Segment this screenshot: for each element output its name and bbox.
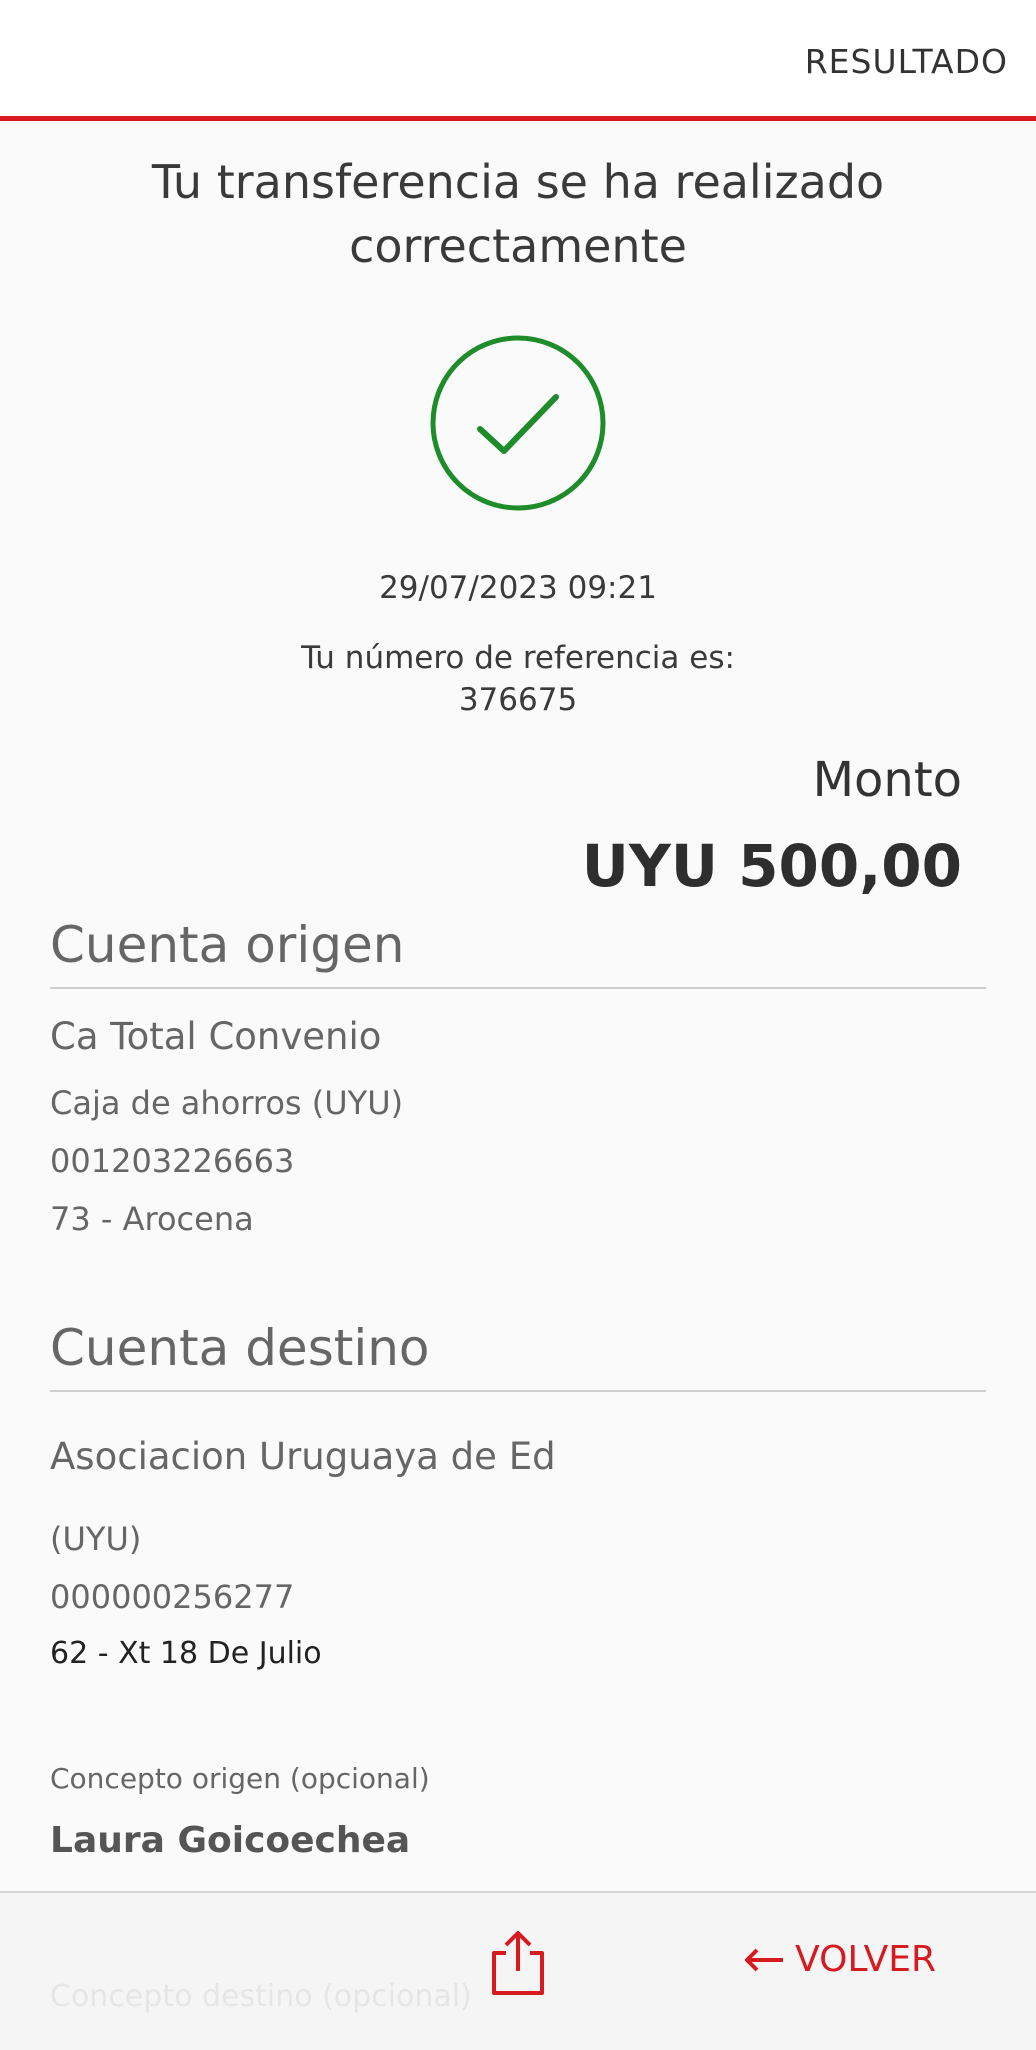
destination-account-type: (UYU) (50, 1520, 142, 1558)
concept-value: Laura Goicoechea (50, 1820, 411, 1861)
share-button[interactable] (488, 1929, 548, 1997)
reference-number: 376675 (458, 682, 578, 718)
arrow-left-icon (745, 1948, 784, 1971)
destination-divider (50, 1390, 986, 1392)
result-title: Tu transferencia se ha realizado correct… (0, 150, 1036, 278)
reference-label: Tu número de referencia es: (301, 640, 735, 676)
result-title-line2: correctamente (349, 219, 687, 273)
result-title-line1: Tu transferencia se ha realizado (151, 155, 885, 209)
destination-section-title: Cuenta destino (50, 1319, 430, 1377)
destination-account-name: Asociacion Uruguaya de Ed (50, 1435, 556, 1478)
concept-label: Concepto origen (opcional) (50, 1762, 430, 1795)
destination-account-branch: 62 - Xt 18 De Julio (50, 1636, 322, 1671)
back-button[interactable]: VOLVER (743, 1939, 936, 1980)
origin-account-branch: 73 - Arocena (50, 1200, 254, 1238)
bottom-action-bar: Concepto destino (opcional) VOLVER (0, 1891, 1036, 2050)
origin-account-name: Ca Total Convenio (50, 1015, 382, 1058)
destination-account-number: 000000256277 (50, 1578, 295, 1616)
origin-account-number: 001203226663 (50, 1142, 295, 1180)
success-check-icon (430, 335, 606, 511)
amount-value: UYU 500,00 (581, 832, 962, 900)
share-icon (492, 1931, 544, 1995)
origin-divider (50, 987, 986, 989)
header-title: RESULTADO (804, 42, 1008, 81)
origin-account-type: Caja de ahorros (UYU) (50, 1084, 404, 1122)
amount-label: Monto (812, 752, 962, 808)
app-header: RESULTADO (0, 0, 1036, 121)
transfer-datetime: 29/07/2023 09:21 (379, 570, 657, 606)
concept-destination-ghost: Concepto destino (opcional) (50, 1979, 472, 2014)
back-button-label: VOLVER (795, 1939, 936, 1980)
origin-section-title: Cuenta origen (50, 916, 405, 974)
